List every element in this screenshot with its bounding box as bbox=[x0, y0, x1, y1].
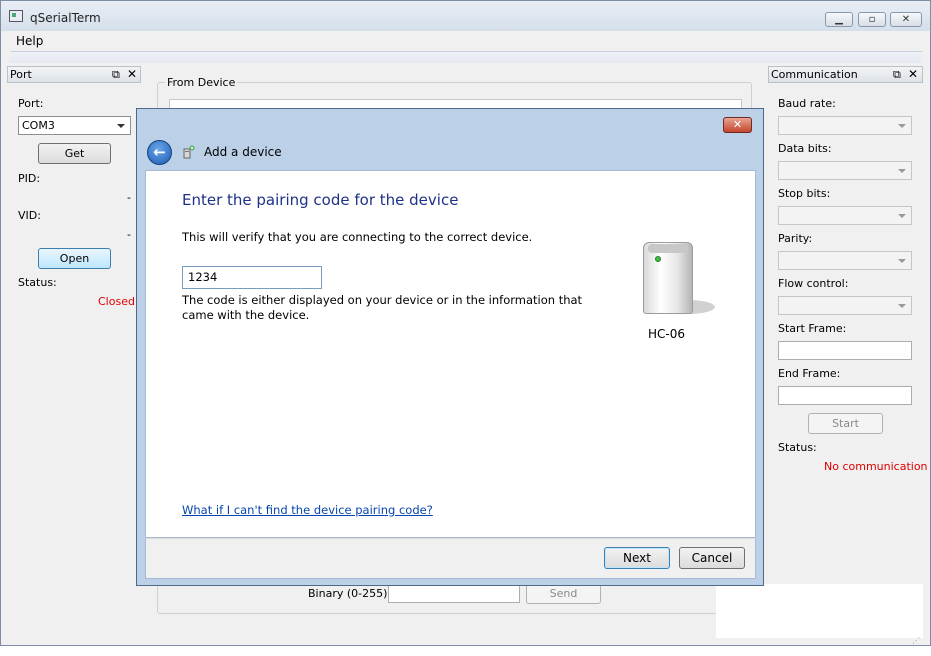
from-device-label: From Device bbox=[165, 76, 238, 89]
start-button[interactable]: Start bbox=[808, 413, 883, 434]
start-frame-label: Start Frame: bbox=[778, 322, 847, 335]
menu-help[interactable]: Help bbox=[16, 34, 43, 48]
dialog-content bbox=[145, 170, 756, 538]
parity-label: Parity: bbox=[778, 232, 813, 245]
data-bits-label: Data bits: bbox=[778, 142, 832, 155]
device-icon-top bbox=[648, 244, 688, 253]
cancel-button[interactable]: Cancel bbox=[679, 547, 745, 569]
device-led-icon bbox=[655, 256, 661, 262]
port-pane-close-icon[interactable]: ✕ bbox=[127, 67, 137, 81]
end-frame-input[interactable] bbox=[778, 386, 912, 405]
title-bar bbox=[1, 1, 930, 31]
vid-label: VID: bbox=[18, 209, 41, 222]
port-label: Port: bbox=[18, 97, 44, 110]
flow-control-select[interactable] bbox=[778, 296, 912, 315]
pid-label: PID: bbox=[18, 172, 41, 185]
chevron-down-icon bbox=[898, 124, 906, 128]
parity-select[interactable] bbox=[778, 251, 912, 270]
port-pane-title-text: Port bbox=[10, 68, 32, 81]
toolbar-strip bbox=[10, 51, 922, 63]
app-icon bbox=[9, 10, 23, 22]
dialog-title: Add a device bbox=[204, 145, 282, 159]
baud-select[interactable] bbox=[778, 116, 912, 135]
blank-area bbox=[716, 584, 923, 638]
chevron-down-icon bbox=[898, 259, 906, 263]
open-button[interactable]: Open bbox=[38, 248, 111, 269]
comm-status-label: Status: bbox=[778, 441, 817, 454]
pairing-help-link[interactable]: What if I can't find the device pairing … bbox=[182, 503, 433, 517]
chevron-down-icon bbox=[898, 304, 906, 308]
next-button[interactable]: Next bbox=[604, 547, 670, 569]
pid-value: - bbox=[127, 191, 131, 204]
stop-bits-label: Stop bits: bbox=[778, 187, 831, 200]
menu-bar bbox=[1, 31, 930, 51]
chevron-down-icon bbox=[117, 124, 125, 128]
close-window-icon[interactable]: ✕ bbox=[890, 12, 922, 27]
vid-value: - bbox=[127, 228, 131, 241]
get-button[interactable]: Get bbox=[38, 143, 111, 164]
data-bits-select[interactable] bbox=[778, 161, 912, 180]
port-status-value: Closed bbox=[98, 295, 135, 308]
dialog-close-icon[interactable]: ✕ bbox=[723, 117, 752, 133]
send-button[interactable]: Send bbox=[526, 583, 601, 604]
port-pane-title: Port bbox=[7, 66, 141, 83]
hint-line-2: came with the device. bbox=[182, 308, 310, 322]
start-frame-input[interactable] bbox=[778, 341, 912, 360]
minimize-icon[interactable]: ▁ bbox=[825, 12, 853, 27]
bluetooth-device-icon bbox=[183, 145, 195, 159]
pairing-code-input[interactable]: 1234 bbox=[182, 266, 322, 289]
hint-line-1: The code is either displayed on your dev… bbox=[182, 293, 583, 307]
device-name: HC-06 bbox=[648, 327, 686, 341]
binary-label: Binary (0-255): bbox=[308, 587, 392, 600]
end-frame-label: End Frame: bbox=[778, 367, 841, 380]
comm-pane-close-icon[interactable]: ✕ bbox=[908, 67, 918, 81]
back-arrow-icon[interactable]: ← bbox=[147, 140, 172, 165]
verify-text: This will verify that you are connecting… bbox=[182, 230, 533, 244]
port-select-value: COM3 bbox=[22, 119, 55, 132]
comm-status-value: No communication bbox=[824, 460, 928, 473]
port-pane-float-icon[interactable]: ⧉ bbox=[112, 68, 120, 82]
resize-grip-icon[interactable]: ⋰ bbox=[912, 636, 920, 645]
flow-control-label: Flow control: bbox=[778, 277, 849, 290]
port-select[interactable]: COM3 bbox=[18, 116, 131, 135]
baud-label: Baud rate: bbox=[778, 97, 836, 110]
maximize-icon[interactable]: ▫ bbox=[858, 12, 886, 27]
port-status-label: Status: bbox=[18, 276, 57, 289]
comm-pane-float-icon[interactable]: ⧉ bbox=[893, 68, 901, 82]
comm-pane-title-text: Communication bbox=[771, 68, 858, 81]
chevron-down-icon bbox=[898, 169, 906, 173]
chevron-down-icon bbox=[898, 214, 906, 218]
pairing-heading: Enter the pairing code for the device bbox=[182, 191, 459, 209]
binary-input[interactable] bbox=[388, 584, 520, 603]
stop-bits-select[interactable] bbox=[778, 206, 912, 225]
app-title: qSerialTerm bbox=[30, 11, 101, 25]
